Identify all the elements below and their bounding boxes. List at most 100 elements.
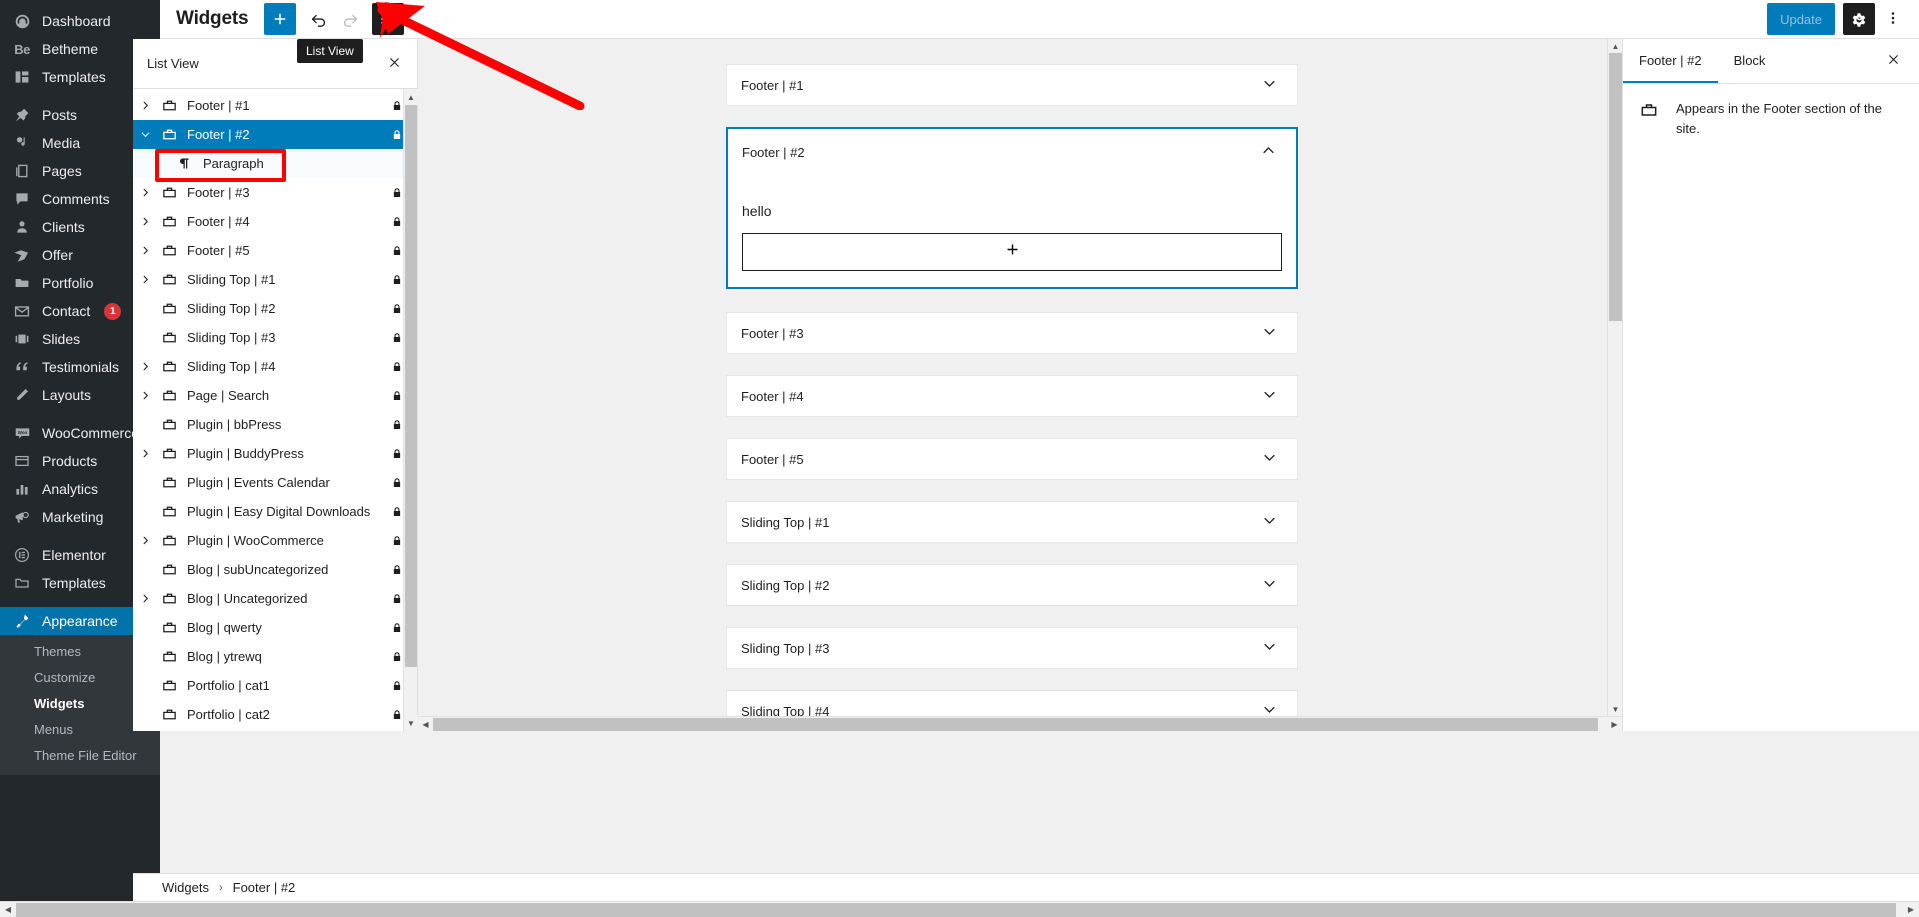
scrollbar-thumb[interactable] (433, 718, 1598, 731)
canvas-horizontal-scrollbar[interactable]: ◀ ▶ (418, 716, 1622, 731)
list-item[interactable]: Sliding Top | #4 (133, 352, 417, 381)
list-item[interactable]: Blog | Uncategorized (133, 584, 417, 613)
list-item-label: Footer | #4 (187, 214, 250, 229)
widget-area-panel-selected[interactable]: Footer | #2 hello (726, 127, 1298, 289)
chevron-right-icon[interactable] (133, 361, 157, 372)
tab-widget-area[interactable]: Footer | #2 (1623, 39, 1718, 83)
list-item[interactable]: Plugin | bbPress (133, 410, 417, 439)
scrollbar-thumb[interactable] (16, 903, 1896, 917)
chevron-right-icon[interactable] (133, 593, 157, 604)
chevron-right-icon[interactable] (133, 216, 157, 227)
list-item[interactable]: Footer | #1 (133, 91, 417, 120)
inspector-close-button[interactable] (1875, 39, 1911, 83)
chevron-down-icon[interactable] (133, 129, 157, 140)
canvas-vertical-scrollbar[interactable]: ▲ ▼ (1607, 39, 1622, 716)
widget-area-header[interactable]: Footer | #4 (727, 376, 1297, 416)
chevron-right-icon[interactable] (133, 187, 157, 198)
expand-toggle-button[interactable] (1255, 382, 1283, 410)
list-item[interactable]: Sliding Top | #3 (133, 323, 417, 352)
scroll-up-arrow-icon[interactable]: ▲ (1608, 39, 1622, 53)
block-appender-button[interactable] (742, 233, 1282, 271)
scroll-down-arrow-icon[interactable]: ▼ (404, 715, 418, 731)
expand-toggle-button[interactable] (1255, 634, 1283, 662)
list-item[interactable]: Footer | #3 (133, 178, 417, 207)
list-item[interactable]: Sliding Top | #1 (133, 265, 417, 294)
paragraph-block-content[interactable]: hello (742, 185, 1282, 233)
chevron-right-icon[interactable] (133, 448, 157, 459)
chevron-down-icon (1262, 513, 1277, 531)
chevron-right-icon[interactable] (133, 274, 157, 285)
chevron-right-icon[interactable] (133, 245, 157, 256)
chevron-right-icon[interactable] (133, 100, 157, 111)
scrollbar-thumb[interactable] (1609, 53, 1622, 321)
widget-area-header[interactable]: Footer | #5 (727, 439, 1297, 479)
expand-toggle-button[interactable] (1255, 319, 1283, 347)
scroll-left-arrow-icon[interactable]: ◀ (418, 717, 433, 731)
settings-button[interactable] (1843, 3, 1875, 35)
widget-area-title: Footer | #2 (742, 144, 805, 160)
widget-area-title: Footer | #3 (741, 325, 804, 341)
scrollbar-thumb[interactable] (405, 105, 417, 667)
megaphone-icon (12, 507, 32, 527)
undo-button[interactable] (302, 3, 334, 35)
breadcrumb-root[interactable]: Widgets (162, 880, 209, 895)
list-view-scrollbar[interactable]: ▲ ▼ (403, 89, 418, 731)
chevron-right-icon[interactable] (133, 535, 157, 546)
scroll-up-arrow-icon[interactable]: ▲ (404, 89, 418, 105)
products-icon (12, 451, 32, 471)
list-view-close-button[interactable] (381, 51, 407, 77)
list-item[interactable]: Portfolio | cat1 (133, 671, 417, 700)
expand-toggle-button[interactable] (1255, 445, 1283, 473)
list-item[interactable]: Footer | #2 (133, 120, 417, 149)
breadcrumb-current[interactable]: Footer | #2 (233, 880, 296, 895)
scroll-right-arrow-icon[interactable]: ▶ (1903, 902, 1919, 917)
redo-button[interactable] (334, 3, 366, 35)
widget-area-header[interactable]: Sliding Top | #1 (727, 502, 1297, 542)
scroll-right-arrow-icon[interactable]: ▶ (1607, 717, 1622, 731)
widget-area-panel[interactable]: Sliding Top | #3 (726, 627, 1298, 669)
list-view-button[interactable] (372, 3, 405, 35)
list-item[interactable]: Plugin | Events Calendar (133, 468, 417, 497)
collapse-toggle-button[interactable] (1254, 138, 1282, 166)
widget-area-panel[interactable]: Sliding Top | #2 (726, 564, 1298, 606)
widget-group-icon (157, 329, 181, 346)
widget-area-header[interactable]: Footer | #2 (728, 129, 1296, 175)
status-badge: 1 (104, 302, 122, 320)
list-item[interactable]: Plugin | BuddyPress (133, 439, 417, 468)
widget-area-panel[interactable]: Footer | #5 (726, 438, 1298, 480)
sidebar-item-dashboard[interactable]: Dashboard (0, 7, 160, 35)
list-item[interactable]: Blog | ytrewq (133, 642, 417, 671)
list-item[interactable]: Page | Search (133, 381, 417, 410)
tab-block[interactable]: Block (1718, 39, 1782, 83)
list-item[interactable]: Footer | #4 (133, 207, 417, 236)
list-item[interactable]: Blog | qwerty (133, 613, 417, 642)
list-item-paragraph[interactable]: Paragraph (133, 149, 417, 178)
window-horizontal-scrollbar[interactable]: ◀ ▶ (0, 901, 1919, 917)
expand-toggle-button[interactable] (1255, 508, 1283, 536)
widget-area-panel[interactable]: Footer | #1 (726, 64, 1298, 106)
widget-area-header[interactable]: Sliding Top | #2 (727, 565, 1297, 605)
add-block-button[interactable] (264, 3, 297, 35)
widget-area-panel[interactable]: Footer | #4 (726, 375, 1298, 417)
widget-area-header[interactable]: Footer | #3 (727, 313, 1297, 353)
list-item[interactable]: Plugin | WooCommerce (133, 526, 417, 555)
list-item[interactable]: Plugin | Easy Digital Downloads (133, 497, 417, 526)
expand-toggle-button[interactable] (1255, 571, 1283, 599)
widget-area-header[interactable]: Footer | #1 (727, 65, 1297, 105)
sidebar-item-label: Marketing (42, 509, 104, 525)
list-item[interactable]: Sliding Top | #2 (133, 294, 417, 323)
list-item[interactable]: Footer | #5 (133, 236, 417, 265)
submenu-item-theme-file-editor[interactable]: Theme File Editor (0, 743, 160, 769)
scroll-down-arrow-icon[interactable]: ▼ (1608, 702, 1622, 716)
widget-area-panel[interactable]: Footer | #3 (726, 312, 1298, 354)
update-button[interactable]: Update (1767, 3, 1835, 35)
list-item[interactable]: Portfolio | cat2 (133, 700, 417, 729)
options-menu-button[interactable] (1879, 3, 1907, 35)
list-item[interactable]: Blog | subUncategorized (133, 555, 417, 584)
chevron-right-icon[interactable] (133, 390, 157, 401)
widget-area-header[interactable]: Sliding Top | #3 (727, 628, 1297, 668)
expand-toggle-button[interactable] (1255, 71, 1283, 99)
scroll-left-arrow-icon[interactable]: ◀ (0, 902, 16, 917)
widget-area-panel[interactable]: Sliding Top | #1 (726, 501, 1298, 543)
chevron-down-icon (1262, 76, 1277, 94)
